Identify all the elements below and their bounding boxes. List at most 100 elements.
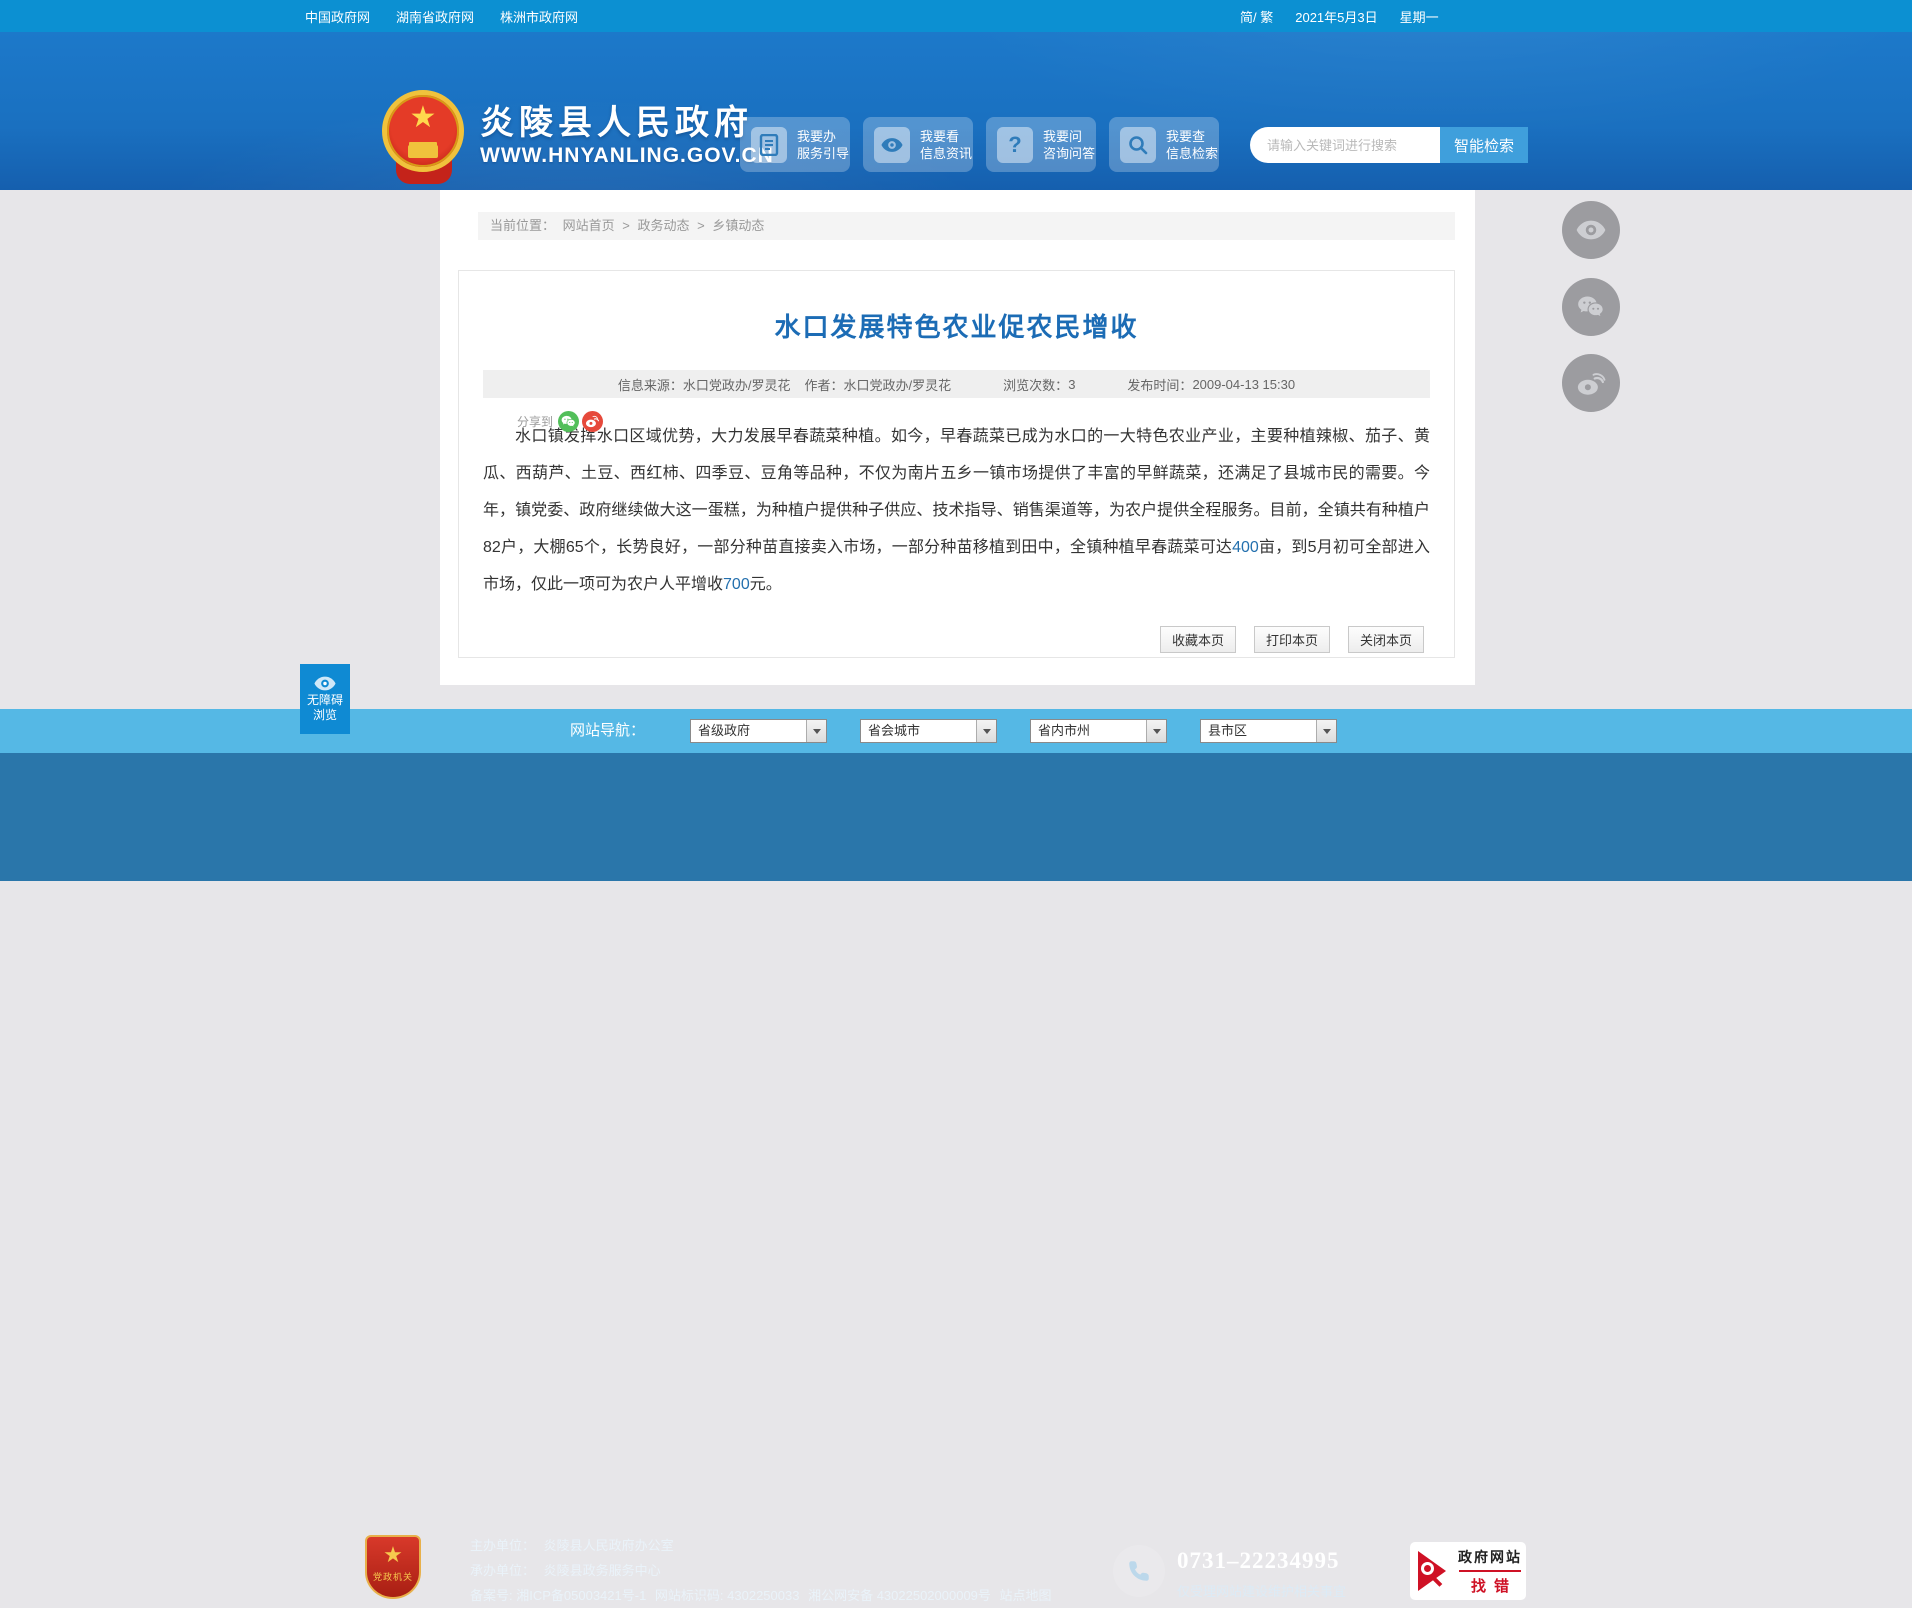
body-text-highlight: 400 [1232, 539, 1259, 556]
site-header: ★ 炎陵县人民政府 WWW.HNYANLING.GOV.CN 我要办 服务引导 … [0, 32, 1912, 190]
site-nav-label: 网站导航： [570, 722, 646, 739]
view-mode-button[interactable] [1562, 201, 1620, 259]
topbar: 中国政府网 湖南省政府网 株洲市政府网 简/ 繁 2021年5月3日 星期一 [0, 0, 1912, 32]
link-china-gov[interactable]: 中国政府网 [305, 7, 370, 26]
emblem-icon: ★ [382, 90, 464, 172]
undertaker-label: 承办单位： [470, 1563, 536, 1578]
select-province-cities[interactable]: 省内市州 [1030, 719, 1167, 743]
current-weekday: 星期一 [1399, 9, 1439, 25]
gov-site-error-report-badge[interactable]: 政府网站 找错 [1410, 1542, 1526, 1600]
breadcrumb-home[interactable]: 网站首页 [563, 218, 615, 233]
contact-phone-note: 仅受理网站建设维护相关事宜 [1177, 1584, 1347, 1599]
sitemap-link[interactable]: 站点地图 [1000, 1588, 1052, 1603]
wechat-share-button[interactable] [1562, 278, 1620, 336]
magnifier-icon [1120, 126, 1156, 163]
search-area: 智能检索 [1250, 127, 1528, 163]
select-capital-cities[interactable]: 省会城市 [860, 719, 997, 743]
article-title: 水口发展特色农业促农民增收 [774, 312, 1139, 342]
select-county-districts[interactable]: 县市区 [1200, 719, 1337, 743]
meta-source: 水口党政办/罗灵花 [682, 377, 791, 393]
organizer-value: 炎陵县人民政府办公室 [543, 1538, 674, 1553]
weibo-share-button[interactable] [1562, 354, 1620, 412]
accessibility-button[interactable]: 无障碍 浏览 [300, 664, 350, 734]
meta-author: 水口党政办/罗灵花 [843, 377, 952, 393]
document-icon [751, 126, 787, 163]
favorite-page-button[interactable]: 收藏本页 [1160, 626, 1236, 653]
quick-btn-news[interactable]: 我要看 信息资讯 [863, 117, 973, 172]
chevron-down-icon [976, 720, 996, 742]
link-hunan-gov[interactable]: 湖南省政府网 [396, 7, 474, 26]
question-icon: ? [997, 126, 1033, 163]
footer-nav-bar: 网站导航： 省级政府 省会城市 省内市州 县市区 [0, 709, 1912, 753]
meta-time-label: 发布时间： [1127, 377, 1193, 393]
topbar-links: 中国政府网 湖南省政府网 株洲市政府网 [305, 0, 578, 32]
footer-info: 主办单位： 炎陵县人民政府办公室 承办单位： 炎陵县政务服务中心 备案号: 湘I… [470, 1533, 1057, 1608]
weibo-icon [1576, 371, 1606, 396]
link-zhuzhou-gov[interactable]: 株洲市政府网 [500, 7, 578, 26]
quick-buttons: 我要办 服务引导 我要看 信息资讯 ? 我要问 咨询问答 我要查 信息检索 [740, 117, 1219, 172]
quick-btn-line2: 咨询问答 [1043, 145, 1096, 161]
chevron-down-icon [1316, 720, 1336, 742]
select-value: 县市区 [1208, 723, 1248, 738]
breadcrumb-xiangzhen[interactable]: 乡镇动态 [712, 218, 764, 233]
body-text-highlight: 700 [723, 576, 750, 593]
quick-btn-line1: 我要查 [1166, 128, 1206, 144]
main-panel: 当前位置： 网站首页 > 政务动态 > 乡镇动态 水口发展特色农业促农民增收 信… [440, 190, 1475, 685]
select-provincial-gov[interactable]: 省级政府 [690, 719, 827, 743]
error-badge-line1: 政府网站 [1458, 1548, 1522, 1565]
select-value: 省级政府 [698, 723, 751, 738]
select-value: 省内市州 [1038, 723, 1091, 738]
public-security-filing-link[interactable]: 湘公网安备 43022502000009号 [808, 1588, 991, 1603]
accessibility-eye-icon [314, 676, 336, 691]
party-gov-badge: ★ 党政机关 [365, 1535, 421, 1599]
site-url: WWW.HNYANLING.GOV.CN [480, 144, 774, 167]
meta-views: 3 [1068, 376, 1076, 392]
search-input[interactable] [1250, 127, 1440, 163]
share-label: 分享到 [517, 415, 554, 429]
breadcrumb-label: 当前位置： [490, 218, 556, 233]
close-page-button[interactable]: 关闭本页 [1348, 626, 1424, 653]
breadcrumb-zhengwu[interactable]: 政务动态 [638, 218, 690, 233]
quick-btn-line1: 我要问 [1043, 128, 1083, 144]
site-id-code: 网站标识码: 4302250033 [654, 1588, 800, 1603]
badge-star-icon: ★ [383, 1542, 403, 1567]
quick-btn-ask[interactable]: ? 我要问 咨询问答 [986, 117, 1096, 172]
article-card: 水口发展特色农业促农民增收 信息来源： 水口党政办/罗灵花 作者： 水口党政办/… [458, 270, 1455, 658]
contact-phone: 0731–22234995 [1177, 1548, 1340, 1573]
quick-btn-line1: 我要看 [920, 128, 960, 144]
footer: ★ 党政机关 主办单位： 炎陵县人民政府办公室 承办单位： 炎陵县政务服务中心 … [0, 753, 1912, 1603]
eye-icon [874, 126, 910, 163]
wechat-icon [1577, 295, 1605, 319]
quick-btn-line2: 服务引导 [797, 145, 850, 161]
quick-btn-line2: 信息检索 [1166, 145, 1219, 161]
body-text: 水口镇发挥水口区域优势，大力发展早春蔬菜种植。如今，早春蔬菜已成为水口的一大特色… [483, 428, 1430, 556]
undertaker-value: 炎陵县政务服务中心 [543, 1563, 661, 1578]
share-weibo-icon[interactable] [582, 411, 604, 432]
article-meta-bar: 信息来源： 水口党政办/罗灵花 作者： 水口党政办/罗灵花 浏览次数： 3 发布… [483, 370, 1430, 398]
quick-btn-service[interactable]: 我要办 服务引导 [740, 117, 850, 172]
breadcrumb-sep: > [697, 218, 705, 233]
breadcrumb: 当前位置： 网站首页 > 政务动态 > 乡镇动态 [478, 212, 1455, 240]
meta-source-label: 信息来源： [617, 377, 683, 393]
lang-toggle[interactable]: 简/ 繁 [1240, 7, 1273, 26]
quick-btn-line2: 信息资讯 [920, 145, 973, 161]
chevron-down-icon [806, 720, 826, 742]
share-row: 分享到 [517, 411, 604, 432]
accessibility-label-line1: 无障碍 [306, 692, 343, 707]
article-actions: 收藏本页 打印本页 关闭本页 [1160, 626, 1424, 653]
print-page-button[interactable]: 打印本页 [1254, 626, 1330, 653]
smart-search-button[interactable]: 智能检索 [1440, 127, 1528, 163]
accessibility-label-line2: 浏览 [312, 707, 337, 722]
national-emblem-logo: ★ [382, 90, 466, 188]
meta-views-label: 浏览次数： [1003, 377, 1069, 393]
quick-btn-line1: 我要办 [797, 128, 837, 144]
meta-time: 2009-04-13 15:30 [1192, 376, 1296, 392]
quick-btn-search[interactable]: 我要查 信息检索 [1109, 117, 1219, 172]
current-date: 2021年5月3日 [1295, 9, 1378, 25]
phone-icon [1113, 1545, 1165, 1597]
share-wechat-icon[interactable] [558, 411, 580, 432]
error-badge-line2: 找错 [1470, 1577, 1517, 1595]
site-name: 炎陵县人民政府 [480, 104, 753, 142]
breadcrumb-sep: > [622, 218, 630, 233]
icp-number: 备案号: 湘ICP备05003421号-1 [470, 1588, 647, 1603]
